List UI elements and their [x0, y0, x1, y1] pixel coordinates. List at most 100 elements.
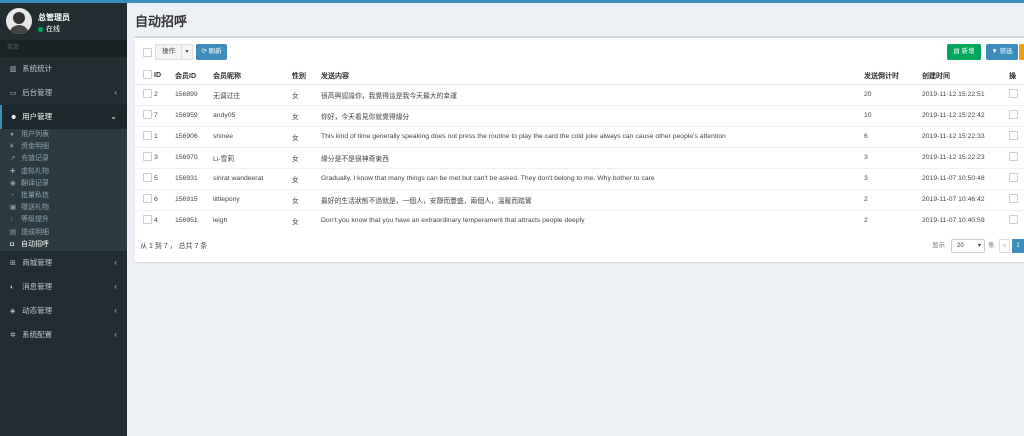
message-icon: ◐: [10, 283, 15, 291]
row-checkbox-cell: [135, 83, 154, 105]
row-action-checkbox[interactable]: [1009, 215, 1018, 225]
cell-id: 7: [154, 104, 175, 126]
toolbar-select-all-checkbox[interactable]: [143, 48, 152, 57]
column-header[interactable]: ID: [154, 68, 175, 85]
column-header[interactable]: 会员ID: [175, 68, 213, 85]
page-size-select[interactable]: 20 ▾: [951, 239, 985, 253]
row-action-checkbox[interactable]: [1009, 131, 1018, 140]
table-row[interactable]: 4 156951 leigh 女 Don't you know that you…: [135, 209, 1024, 231]
dynamic-icon: ◈: [10, 307, 16, 315]
row-checkbox[interactable]: [143, 110, 152, 119]
sidebar-subitem-funds[interactable]: ¥ 资金明细: [0, 141, 127, 153]
table-row[interactable]: 3 156970 Li-雪莉 女 緣分是不是很神奇東西 3 2019-11-12…: [135, 146, 1024, 168]
row-checkbox[interactable]: [143, 131, 152, 140]
row-checkbox-cell: [135, 125, 154, 147]
users-submenu: ● 用户列表 ¥ 资金明细 ↗ 充值记录 ✚ 虚拟礼物 ◉ 翻译记录 ◔ 批量私信 ▣ 赠送礼…: [0, 129, 127, 251]
sidebar-item-shop[interactable]: ⊞ 商城管理 ‹: [0, 251, 127, 275]
sidebar-item-settings[interactable]: ✲ 系统配置 ‹: [0, 323, 127, 347]
row-checkbox[interactable]: [143, 215, 152, 225]
page-size-value: 20: [957, 243, 964, 249]
cell-countdown: 2: [864, 209, 922, 231]
filter-button[interactable]: ▼ 筛选: [986, 44, 1018, 60]
refresh-button[interactable]: ⟳ 刷新: [196, 44, 227, 60]
cell-created: 2019-11-07 10:40:59: [922, 209, 1009, 231]
cell-content: Don't you know that you have an extraord…: [321, 209, 864, 231]
row-action-checkbox[interactable]: [1009, 89, 1018, 98]
table-row[interactable]: 2 156899 无调过往 女 很高興認識你，我覺得這是我今天最大的幸運 20 …: [135, 83, 1024, 105]
row-checkbox[interactable]: [143, 173, 152, 182]
column-header[interactable]: 创建时间: [922, 68, 1009, 85]
table-row[interactable]: 7 156959 andy05 女 你好，今天看見你就覺得緣分 10 2019-…: [135, 104, 1024, 126]
chat-icon: ◔: [10, 191, 14, 199]
avatar[interactable]: [6, 8, 32, 34]
cell-nickname: sirirat wandeerat: [213, 167, 292, 189]
pagination-prev-button[interactable]: «: [999, 239, 1010, 253]
row-checkbox-cell: [135, 209, 154, 231]
row-action-checkbox[interactable]: [1009, 152, 1018, 161]
sidebar-subitem-label: 等级提升: [21, 216, 49, 224]
greeting-table: ID 会员ID 会员昵称 性别 发送内容 发送倒计时 创建时间 操 2 1568…: [135, 68, 1024, 231]
pagination-summary: 从 1 到 7 ， 总共 7 条: [140, 243, 208, 250]
sidebar-subitem-recharge[interactable]: ↗ 充值记录: [0, 153, 127, 165]
chevron-left-icon: ‹: [114, 88, 117, 97]
sidebar-item-users[interactable]: ☻ 用户管理 ⌄: [0, 105, 127, 129]
row-checkbox-cell: [135, 188, 154, 210]
sidebar-subitem-translate[interactable]: ◉ 翻译记录: [0, 178, 127, 190]
cell-nickname: andy05: [213, 104, 292, 126]
row-action-checkbox[interactable]: [1009, 110, 1018, 119]
row-checkbox[interactable]: [143, 89, 152, 98]
column-header[interactable]: 会员昵称: [213, 68, 292, 85]
sidebar-subitem-label: 充值记录: [21, 155, 49, 163]
sidebar-subitem-bulk-message[interactable]: ◔ 批量私信: [0, 190, 127, 202]
operate-dropdown-button[interactable]: ▾: [181, 44, 193, 60]
sidebar-item-messages[interactable]: ◐ 消息管理 ‹: [0, 275, 127, 299]
row-checkbox-cell: [135, 104, 154, 126]
sidebar-subitem-send-gift[interactable]: ▣ 赠送礼物: [0, 202, 127, 214]
users-icon: ☻: [10, 114, 18, 121]
cell-created: 2019-11-12 15:22:42: [922, 104, 1009, 126]
cell-countdown: 3: [864, 146, 922, 168]
extra-button[interactable]: [1019, 44, 1024, 60]
row-checkbox-cell: [135, 167, 154, 189]
column-header[interactable]: 性别: [292, 68, 321, 85]
sidebar-item-admin[interactable]: ▭ 后台管理 ‹: [0, 81, 127, 105]
cell-created: 2019-11-12 15:22:33: [922, 125, 1009, 147]
sidebar-subitem-label: 自动招呼: [21, 240, 49, 248]
pagination-current-page[interactable]: 1: [1012, 239, 1024, 253]
row-action-checkbox[interactable]: [1009, 194, 1018, 203]
sidebar-subitem-virtual-gifts[interactable]: ✚ 虚拟礼物: [0, 166, 127, 178]
add-button[interactable]: ▤ 新增: [947, 44, 981, 60]
sidebar-subitem-user-list[interactable]: ● 用户列表: [0, 129, 127, 141]
sidebar-item-label: 用户管理: [22, 112, 53, 121]
page-size-label: 显示: [932, 242, 945, 249]
column-header[interactable]: 发送倒计时: [864, 68, 922, 85]
cell-content: This kind of time generally speaking doe…: [321, 125, 864, 147]
row-action-checkbox[interactable]: [1009, 173, 1018, 182]
cell-member-id: 156970: [175, 146, 213, 168]
sidebar-item-stats[interactable]: ▥ 系统统计: [0, 57, 127, 81]
arrow-up-icon: ↑: [10, 216, 14, 224]
cell-id: 5: [154, 167, 175, 189]
select-all-checkbox[interactable]: [143, 70, 152, 80]
column-header: 操: [1009, 68, 1024, 85]
table-header-row: ID 会员ID 会员昵称 性别 发送内容 发送倒计时 创建时间 操: [135, 68, 1024, 85]
cell-id: 1: [154, 125, 175, 147]
table-row[interactable]: 5 156931 sirirat wandeerat 女 Gradually, …: [135, 167, 1024, 189]
cell-created: 2019-11-12 15:22:23: [922, 146, 1009, 168]
cell-action: [1009, 125, 1024, 147]
sidebar-item-label: 系统配置: [22, 329, 53, 339]
table-row[interactable]: 6 156915 littlepony 女 最好的生活狀態不過就是，一個人，安靜…: [135, 188, 1024, 210]
table-box: 操作 ▾ ⟳ 刷新 ▤ 新增 ▼ 筛选 ID 会员ID 会员昵称 性别 发送内容…: [135, 36, 1024, 262]
sidebar-subitem-level-up[interactable]: ↑ 等级提升: [0, 214, 127, 226]
sidebar-item-dynamics[interactable]: ◈ 动态管理 ‹: [0, 299, 127, 323]
column-header[interactable]: 发送内容: [321, 68, 864, 85]
shop-icon: ⊞: [10, 259, 16, 267]
cell-member-id: 156899: [175, 83, 213, 105]
row-checkbox[interactable]: [143, 152, 152, 161]
cell-nickname: littlepony: [213, 188, 292, 210]
sidebar-subitem-commission[interactable]: ▤ 提成明细: [0, 227, 127, 239]
sidebar-subitem-auto-greeting[interactable]: ◘ 自动招呼: [0, 239, 127, 251]
row-checkbox[interactable]: [143, 194, 152, 203]
operate-button[interactable]: 操作: [155, 44, 182, 60]
table-row[interactable]: 1 156906 shinee 女 This kind of time gene…: [135, 125, 1024, 147]
